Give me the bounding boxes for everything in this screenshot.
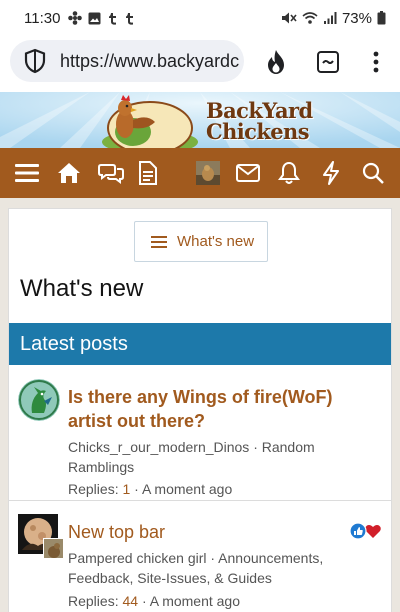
reactions[interactable]: [349, 522, 383, 540]
thread-item: Is there any Wings of fire(WoF) artist o…: [9, 365, 391, 501]
thread-title-link[interactable]: Is there any Wings of fire(WoF) artist o…: [68, 385, 368, 433]
replies-label: Replies:: [68, 593, 119, 609]
flame-icon[interactable]: [264, 49, 288, 75]
thread-meta[interactable]: Chicks_r_our_modern_Dinos · Random Rambl…: [68, 437, 368, 477]
page-body: What's new What's new Latest posts Is th…: [0, 198, 400, 612]
wifi-icon: [302, 12, 318, 24]
lightning-icon[interactable]: [322, 161, 340, 185]
image-icon: [88, 12, 101, 24]
tabs-icon[interactable]: [316, 50, 340, 74]
logo-line-1: BackYard: [206, 98, 313, 123]
tab-switcher-button[interactable]: [314, 48, 342, 76]
content-panel: What's new What's new Latest posts Is th…: [8, 208, 392, 612]
thread-stats: Replies: 44 · A moment ago: [68, 593, 240, 609]
bell-icon[interactable]: [278, 161, 300, 185]
alerts-button[interactable]: [275, 159, 303, 187]
page-title: What's new: [20, 275, 144, 302]
home-icon[interactable]: [57, 162, 81, 184]
dragon-avatar-icon: [18, 379, 60, 421]
replies-label: Replies:: [68, 481, 119, 497]
like-love-reaction-icon[interactable]: [349, 522, 383, 540]
status-bar: 11:30 73%: [0, 0, 400, 36]
home-button[interactable]: [55, 159, 83, 187]
thread-meta[interactable]: Pampered chicken girl · Announcements, F…: [68, 548, 368, 588]
last-post-time[interactable]: · A moment ago: [142, 593, 240, 609]
logo-line-2: Chickens: [206, 119, 310, 144]
address-bar[interactable]: https://www.backyardc: [10, 40, 244, 82]
battery-percent: 73%: [341, 9, 372, 27]
url-text[interactable]: https://www.backyardc: [60, 51, 239, 72]
browser-menu-button[interactable]: [362, 48, 390, 76]
avatar[interactable]: [18, 379, 60, 421]
last-poster-avatar[interactable]: [43, 538, 64, 559]
articles-button[interactable]: [134, 159, 162, 187]
search-button[interactable]: [359, 159, 387, 187]
avatar-icon[interactable]: [196, 161, 220, 185]
whats-new-nav-button[interactable]: [317, 159, 345, 187]
menu-icon[interactable]: [15, 163, 39, 183]
replies-count[interactable]: 44: [122, 593, 138, 609]
shield-icon[interactable]: [22, 48, 48, 74]
whats-new-menu-button[interactable]: What's new: [134, 221, 268, 262]
chicken-logo: [102, 95, 198, 148]
search-icon[interactable]: [362, 162, 384, 184]
site-nav-bar: [0, 148, 400, 198]
latest-posts-header[interactable]: Latest posts: [9, 323, 391, 365]
hamburger-icon: [151, 235, 167, 248]
flame-button[interactable]: [262, 48, 290, 76]
comments-icon[interactable]: [98, 162, 124, 184]
document-icon[interactable]: [138, 161, 158, 185]
site-banner: BackYard Chickens: [0, 92, 400, 148]
thread-item: New top bar Pampered chicken girl · Anno…: [9, 502, 391, 612]
thread-title-link[interactable]: New top bar: [68, 520, 368, 544]
account-avatar-button[interactable]: [194, 159, 222, 187]
notification-icons: [68, 11, 135, 25]
status-time: 11:30: [24, 9, 61, 27]
chicken-avatar-icon: [44, 539, 63, 558]
battery-icon: [377, 11, 386, 25]
forums-button[interactable]: [97, 159, 125, 187]
pinwheel-icon: [68, 11, 83, 25]
tumblr-icon: [109, 12, 117, 25]
last-post-time[interactable]: · A moment ago: [134, 481, 232, 497]
hamburger-menu-button[interactable]: [13, 159, 41, 187]
mute-icon: [281, 12, 297, 24]
block-header-label: Latest posts: [20, 332, 128, 355]
tumblr-icon: [126, 12, 134, 25]
envelope-icon[interactable]: [236, 164, 260, 182]
more-vertical-icon[interactable]: [373, 51, 379, 73]
browser-toolbar: https://www.backyardc: [0, 36, 400, 92]
site-logo-text[interactable]: BackYard Chickens: [206, 100, 313, 142]
inbox-button[interactable]: [234, 159, 262, 187]
whats-new-button-label: What's new: [177, 233, 255, 250]
replies-count[interactable]: 1: [122, 481, 130, 497]
signal-icon: [323, 12, 337, 24]
thread-stats: Replies: 1 · A moment ago: [68, 481, 232, 497]
